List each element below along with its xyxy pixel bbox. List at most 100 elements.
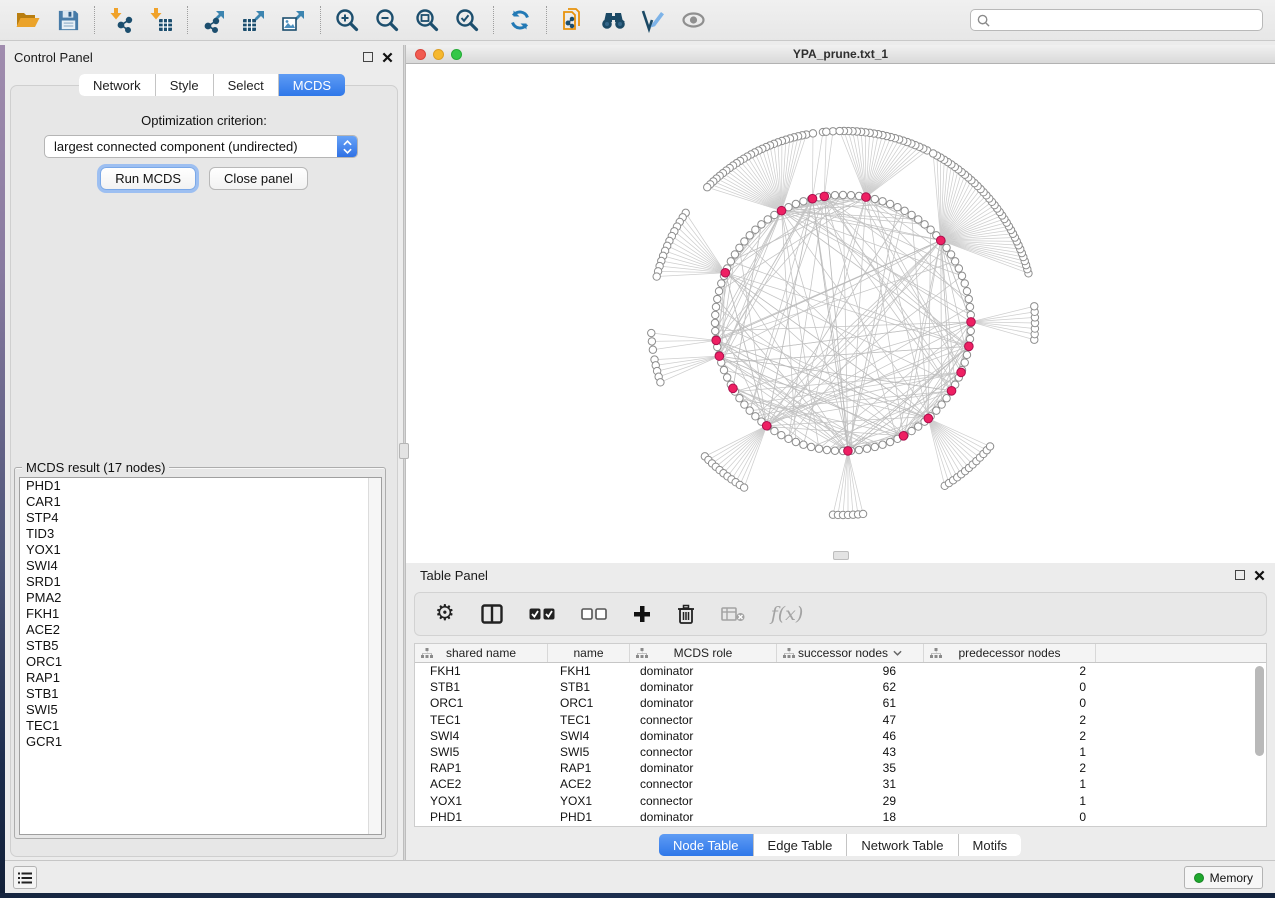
- mcds-result-item[interactable]: FKH1: [20, 606, 381, 622]
- column-header-MCDS-role[interactable]: MCDS role: [630, 644, 777, 662]
- table-cell: RAP1: [415, 761, 548, 775]
- function-builder-icon[interactable]: f(x): [771, 603, 804, 625]
- export-network-button[interactable]: [194, 3, 234, 37]
- dropdown-stepper-icon: [337, 135, 357, 158]
- table-cell: ACE2: [415, 777, 548, 791]
- mcds-list-scrollbar[interactable]: [368, 478, 381, 834]
- export-table-button[interactable]: [234, 3, 274, 37]
- table-cell: ORC1: [415, 696, 548, 710]
- table-options-icon[interactable]: ⚙: [435, 603, 455, 625]
- deselect-all-icon[interactable]: [581, 607, 607, 621]
- table-cell: dominator: [630, 761, 777, 775]
- table-row[interactable]: ACE2ACE2connector311: [415, 776, 1266, 792]
- column-header-predecessor-nodes[interactable]: predecessor nodes: [924, 644, 1096, 662]
- mcds-result-item[interactable]: CAR1: [20, 494, 381, 510]
- table-row[interactable]: STB1STB1dominator620: [415, 679, 1266, 695]
- table-cell: STB1: [548, 680, 630, 694]
- table-row[interactable]: SWI5SWI5connector431: [415, 744, 1266, 760]
- delete-table-icon[interactable]: [721, 606, 745, 622]
- import-network-button[interactable]: [101, 3, 141, 37]
- column-header-shared-name[interactable]: shared name: [415, 644, 548, 662]
- delete-column-icon[interactable]: [677, 604, 695, 624]
- table-cell: 61: [777, 696, 924, 710]
- refresh-button[interactable]: [500, 3, 540, 37]
- table-row[interactable]: TEC1TEC1connector472: [415, 712, 1266, 728]
- search-box[interactable]: [970, 9, 1263, 31]
- toolbar-separator: [187, 6, 188, 34]
- zoom-in-button[interactable]: [327, 3, 367, 37]
- first-neighbors-button[interactable]: [593, 3, 633, 37]
- table-tab-network-table[interactable]: Network Table: [847, 834, 958, 856]
- search-input[interactable]: [995, 13, 1256, 27]
- mcds-result-item[interactable]: YOX1: [20, 542, 381, 558]
- table-cell: ACE2: [548, 777, 630, 791]
- table-cell: 1: [924, 794, 1096, 808]
- zoom-selected-button[interactable]: [447, 3, 487, 37]
- mcds-result-item[interactable]: SWI5: [20, 702, 381, 718]
- add-column-icon[interactable]: [633, 605, 651, 623]
- network-window-titlebar[interactable]: YPA_prune.txt_1: [406, 45, 1275, 64]
- table-cell: YOX1: [415, 794, 548, 808]
- memory-button[interactable]: Memory: [1184, 866, 1263, 889]
- float-panel-icon[interactable]: [363, 52, 373, 62]
- tab-style[interactable]: Style: [156, 74, 214, 96]
- mcds-result-item[interactable]: TID3: [20, 526, 381, 542]
- tab-select[interactable]: Select: [214, 74, 279, 96]
- mcds-result-list[interactable]: PHD1CAR1STP4TID3YOX1SWI4SRD1PMA2FKH1ACE2…: [19, 477, 382, 835]
- table-cell: FKH1: [548, 664, 630, 678]
- mcds-result-item[interactable]: SRD1: [20, 574, 381, 590]
- mcds-result-item[interactable]: ORC1: [20, 654, 381, 670]
- close-panel-icon[interactable]: [382, 52, 393, 63]
- mcds-result-item[interactable]: STB5: [20, 638, 381, 654]
- tab-mcds[interactable]: MCDS: [279, 74, 345, 96]
- mcds-result-item[interactable]: PMA2: [20, 590, 381, 606]
- mcds-result-item[interactable]: RAP1: [20, 670, 381, 686]
- table-row[interactable]: FKH1FKH1dominator962: [415, 663, 1266, 679]
- table-row[interactable]: PHD1PHD1dominator180: [415, 809, 1266, 825]
- column-header-name[interactable]: name: [548, 644, 630, 662]
- table-scrollbar[interactable]: [1255, 666, 1264, 824]
- mcds-result-item[interactable]: PHD1: [20, 478, 381, 494]
- mcds-result-item[interactable]: STB1: [20, 686, 381, 702]
- hide-selected-button[interactable]: [673, 3, 713, 37]
- horizontal-splitter-handle[interactable]: [833, 551, 849, 560]
- export-table-icon: [241, 7, 267, 33]
- zoom-out-button[interactable]: [367, 3, 407, 37]
- select-all-icon[interactable]: [529, 607, 555, 621]
- close-panel-button[interactable]: Close panel: [209, 167, 308, 190]
- run-mcds-button[interactable]: Run MCDS: [100, 167, 196, 190]
- close-table-panel-icon[interactable]: [1254, 570, 1265, 581]
- mcds-result-item[interactable]: ACE2: [20, 622, 381, 638]
- mcds-result-item[interactable]: GCR1: [20, 734, 381, 750]
- task-history-button[interactable]: [13, 866, 37, 889]
- new-network-from-selection-button[interactable]: [553, 3, 593, 37]
- optimization-criterion-dropdown[interactable]: largest connected component (undirected): [44, 135, 358, 158]
- save-session-button[interactable]: [48, 3, 88, 37]
- mcds-result-item[interactable]: SWI4: [20, 558, 381, 574]
- network-canvas[interactable]: [406, 64, 1275, 563]
- table-tab-motifs[interactable]: Motifs: [959, 834, 1022, 856]
- export-image-button[interactable]: [274, 3, 314, 37]
- zoom-fit-button[interactable]: [407, 3, 447, 37]
- table-row[interactable]: ORC1ORC1dominator610: [415, 695, 1266, 711]
- open-file-button[interactable]: [8, 3, 48, 37]
- table-row[interactable]: SWI4SWI4dominator462: [415, 728, 1266, 744]
- network-graph[interactable]: [406, 64, 1275, 563]
- mcds-result-item[interactable]: TEC1: [20, 718, 381, 734]
- network-view-window: YPA_prune.txt_1: [406, 45, 1275, 563]
- table-row[interactable]: YOX1YOX1connector291: [415, 793, 1266, 809]
- table-scrollbar-thumb[interactable]: [1255, 666, 1264, 756]
- import-table-button[interactable]: [141, 3, 181, 37]
- table-tab-edge-table[interactable]: Edge Table: [754, 834, 848, 856]
- table-row[interactable]: RAP1RAP1dominator352: [415, 760, 1266, 776]
- control-panel-title: Control Panel: [14, 50, 93, 65]
- table-tab-node-table[interactable]: Node Table: [659, 834, 754, 856]
- vertical-splitter-handle[interactable]: [399, 443, 409, 459]
- column-header-successor-nodes[interactable]: successor nodes: [777, 644, 924, 662]
- table-cell: FKH1: [415, 664, 548, 678]
- tab-network[interactable]: Network: [79, 74, 156, 96]
- float-table-panel-icon[interactable]: [1235, 570, 1245, 580]
- column-visibility-icon[interactable]: [481, 604, 503, 624]
- show-hide-graphics-details-button[interactable]: [633, 3, 673, 37]
- mcds-result-item[interactable]: STP4: [20, 510, 381, 526]
